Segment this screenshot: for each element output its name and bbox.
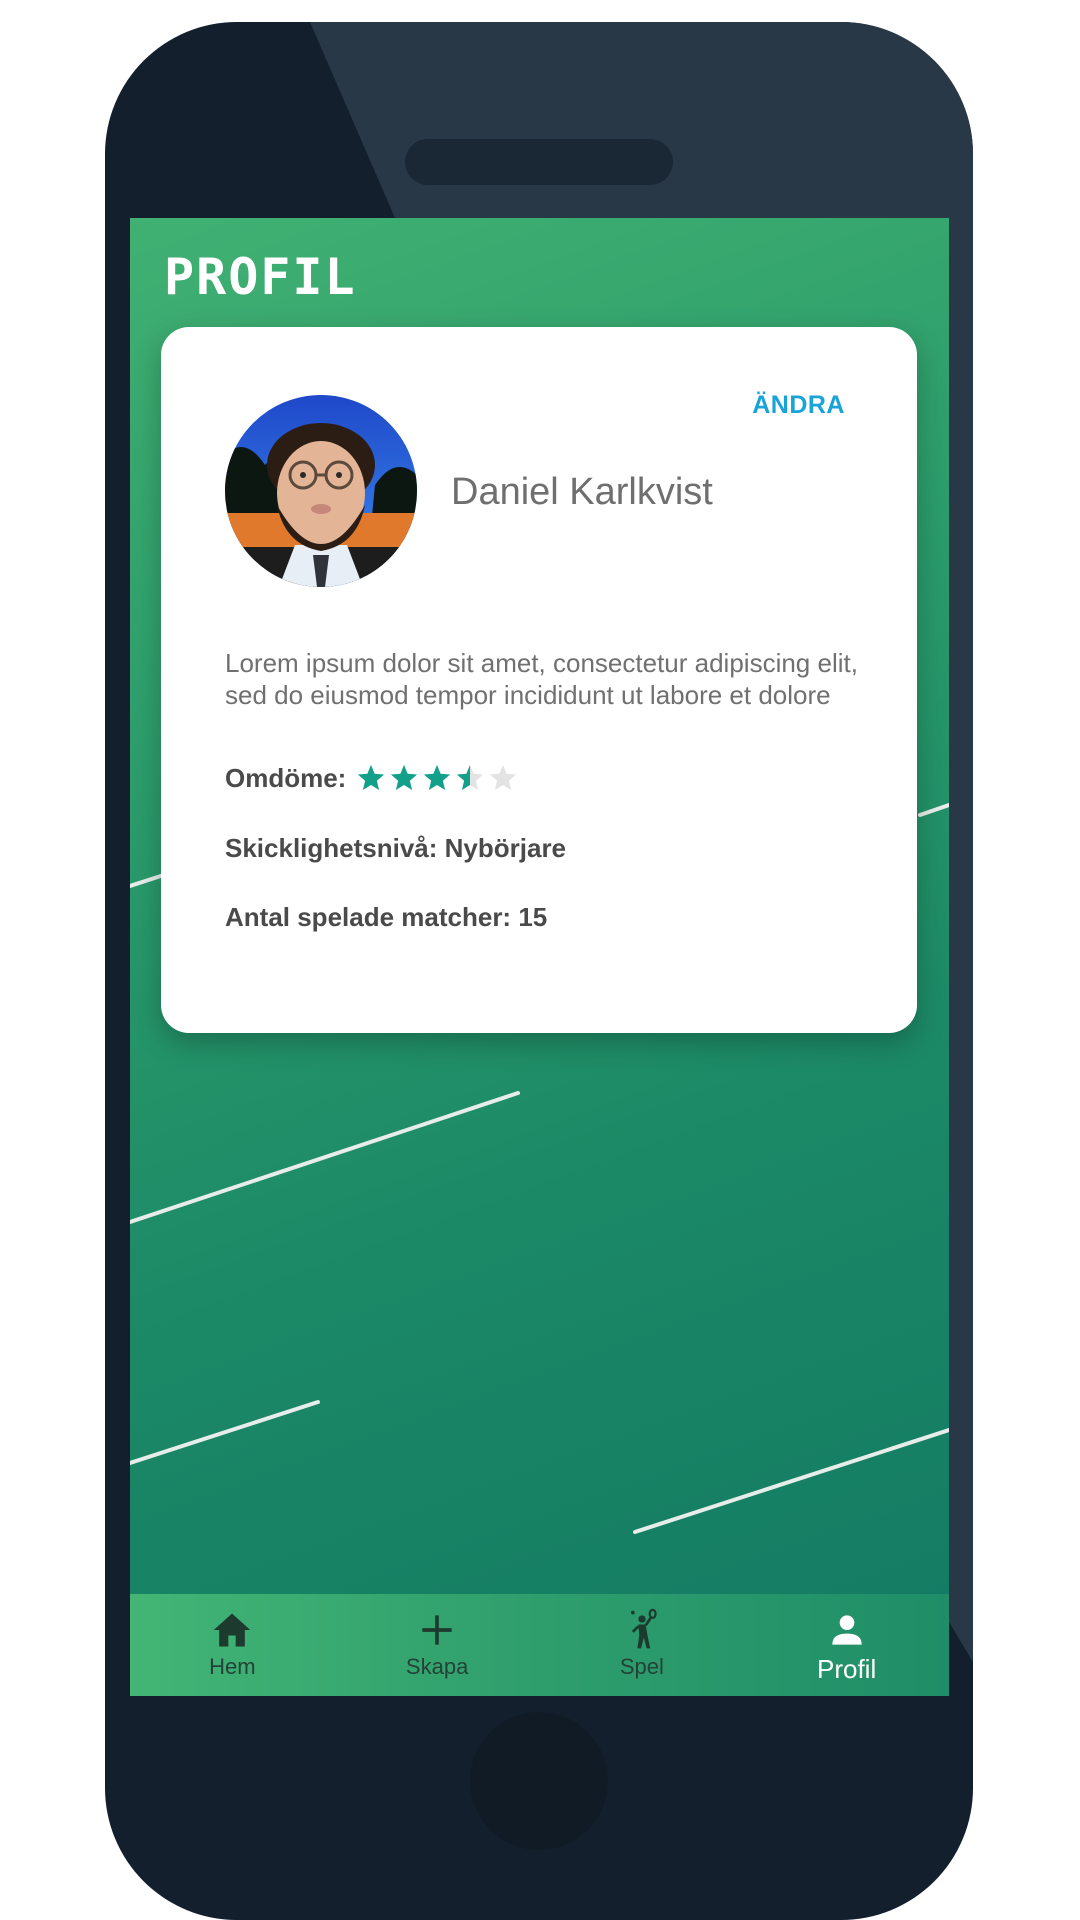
person-icon bbox=[831, 1615, 862, 1645]
tennis-player-icon bbox=[630, 1608, 657, 1649]
nav-label-skapa: Skapa bbox=[405, 1654, 469, 1679]
skill-level: Skicklighetsnivå: Nybörjare bbox=[225, 833, 567, 863]
avatar-photo bbox=[225, 395, 417, 587]
rating-stars bbox=[356, 763, 521, 793]
nav-item-skapa[interactable]: Skapa bbox=[335, 1594, 540, 1696]
page-title: PROFIL bbox=[164, 248, 357, 306]
rating-row: Omdöme: bbox=[225, 761, 521, 795]
nav-item-hem[interactable]: Hem bbox=[130, 1594, 335, 1696]
nav-item-profil[interactable]: Profil bbox=[744, 1594, 949, 1696]
profile-name: Daniel Karlkvist bbox=[451, 471, 713, 513]
star-icon bbox=[358, 764, 385, 790]
nav-label-spel: Spel bbox=[619, 1654, 664, 1679]
rating-label: Omdöme: bbox=[225, 762, 347, 793]
star-icon bbox=[457, 764, 484, 790]
avatar bbox=[225, 395, 417, 587]
home-icon bbox=[214, 1613, 251, 1647]
star-icon bbox=[424, 764, 451, 790]
nav-label-profil: Profil bbox=[817, 1654, 877, 1684]
nav-label-hem: Hem bbox=[209, 1654, 256, 1679]
app-screen: PROFIL ÄNDRA Daniel Karlkvist Lorem ipsu… bbox=[130, 218, 949, 1696]
phone-speaker bbox=[405, 139, 673, 185]
edit-profile-button[interactable]: ÄNDRA bbox=[752, 391, 845, 420]
plus-icon bbox=[422, 1615, 452, 1645]
matches-played: Antal spelade matcher: 15 bbox=[225, 902, 548, 932]
star-icon bbox=[490, 764, 517, 790]
star-icon bbox=[391, 764, 418, 790]
nav-item-spel[interactable]: Spel bbox=[540, 1594, 745, 1696]
bottom-navigation: Hem Skapa Spel Profil bbox=[130, 1594, 949, 1696]
profile-card: ÄNDRA Daniel Karlkvist Lorem ipsum dolor… bbox=[161, 327, 917, 1033]
phone-home-button[interactable] bbox=[470, 1712, 608, 1850]
profile-bio: Lorem ipsum dolor sit amet, consectetur … bbox=[225, 648, 858, 710]
